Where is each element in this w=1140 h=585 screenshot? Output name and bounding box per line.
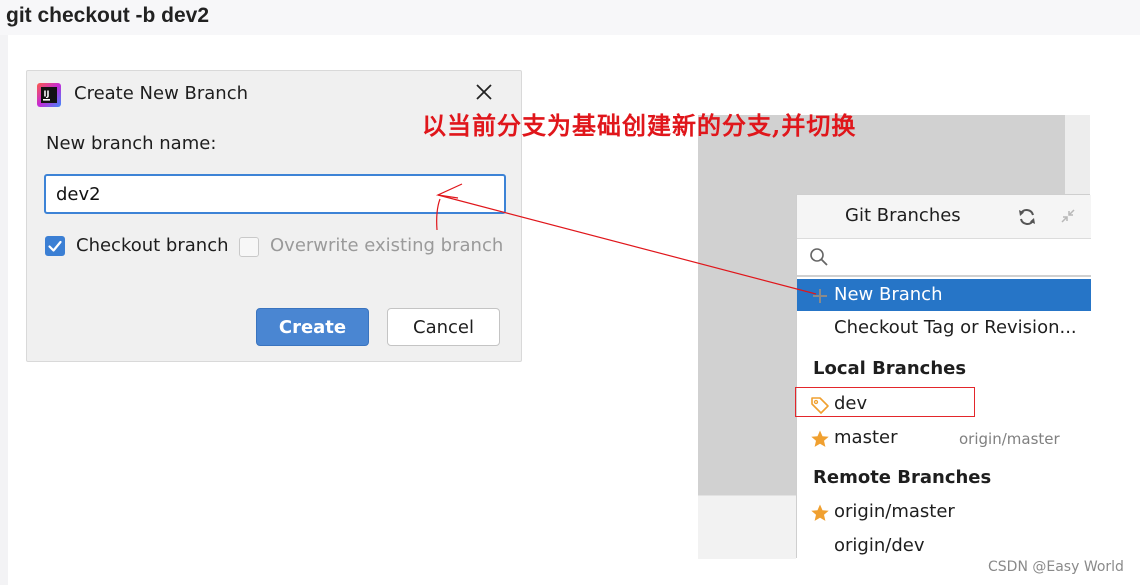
branch-name-input[interactable]	[44, 174, 506, 214]
git-branches-popup: Git Branches New Branch Checkout Tag or …	[796, 194, 1091, 558]
checkout-branch-label[interactable]: Checkout branch	[76, 235, 229, 256]
local-branches-heading: Local Branches	[813, 358, 967, 379]
new-branch-label: New Branch	[834, 284, 943, 305]
create-button[interactable]: Create	[256, 308, 369, 346]
svg-text:IJ: IJ	[44, 90, 50, 99]
intellij-logo-icon: IJ	[37, 83, 61, 107]
branch-name-label: New branch name:	[46, 133, 217, 154]
close-icon[interactable]	[473, 81, 495, 103]
overwrite-branch-label[interactable]: Overwrite existing branch	[270, 235, 503, 256]
branch-search-field[interactable]	[797, 239, 1091, 277]
star-icon	[811, 430, 829, 447]
remote-branch-origin-dev[interactable]: origin/dev	[797, 530, 1091, 562]
branch-name: origin/dev	[834, 535, 925, 556]
search-icon	[810, 248, 828, 266]
remote-branch-origin-master[interactable]: origin/master	[797, 496, 1091, 528]
checkout-branch-checkbox[interactable]	[45, 236, 65, 256]
popup-header: Git Branches	[797, 195, 1091, 239]
checkout-tag-label: Checkout Tag or Revision...	[834, 317, 1077, 338]
left-rule	[0, 35, 8, 585]
refresh-icon[interactable]	[1017, 207, 1037, 227]
highlight-box	[795, 387, 975, 417]
checkmark-icon	[48, 240, 62, 252]
annotation-text: 以当前分支为基础创建新的分支,并切换	[422, 111, 857, 140]
dialog-title: Create New Branch	[74, 83, 249, 104]
checkout-tag-item[interactable]: Checkout Tag or Revision...	[797, 312, 1091, 344]
local-branch-master[interactable]: master origin/master	[797, 422, 1091, 454]
star-icon	[811, 504, 829, 521]
page-heading: git checkout -b dev2	[6, 4, 210, 27]
branch-name: master	[834, 427, 898, 448]
ide-bottom-area	[698, 495, 796, 559]
remote-branches-heading: Remote Branches	[813, 467, 992, 488]
new-branch-item[interactable]: New Branch	[797, 279, 1091, 311]
popup-title: Git Branches	[845, 205, 961, 226]
overwrite-branch-checkbox[interactable]	[239, 237, 259, 257]
cancel-button[interactable]: Cancel	[387, 308, 500, 346]
watermark: CSDN @Easy World	[988, 559, 1124, 575]
plus-icon	[813, 289, 827, 303]
collapse-icon[interactable]	[1059, 207, 1077, 225]
tracking-branch: origin/master	[959, 430, 1060, 448]
branch-name: origin/master	[834, 501, 955, 522]
